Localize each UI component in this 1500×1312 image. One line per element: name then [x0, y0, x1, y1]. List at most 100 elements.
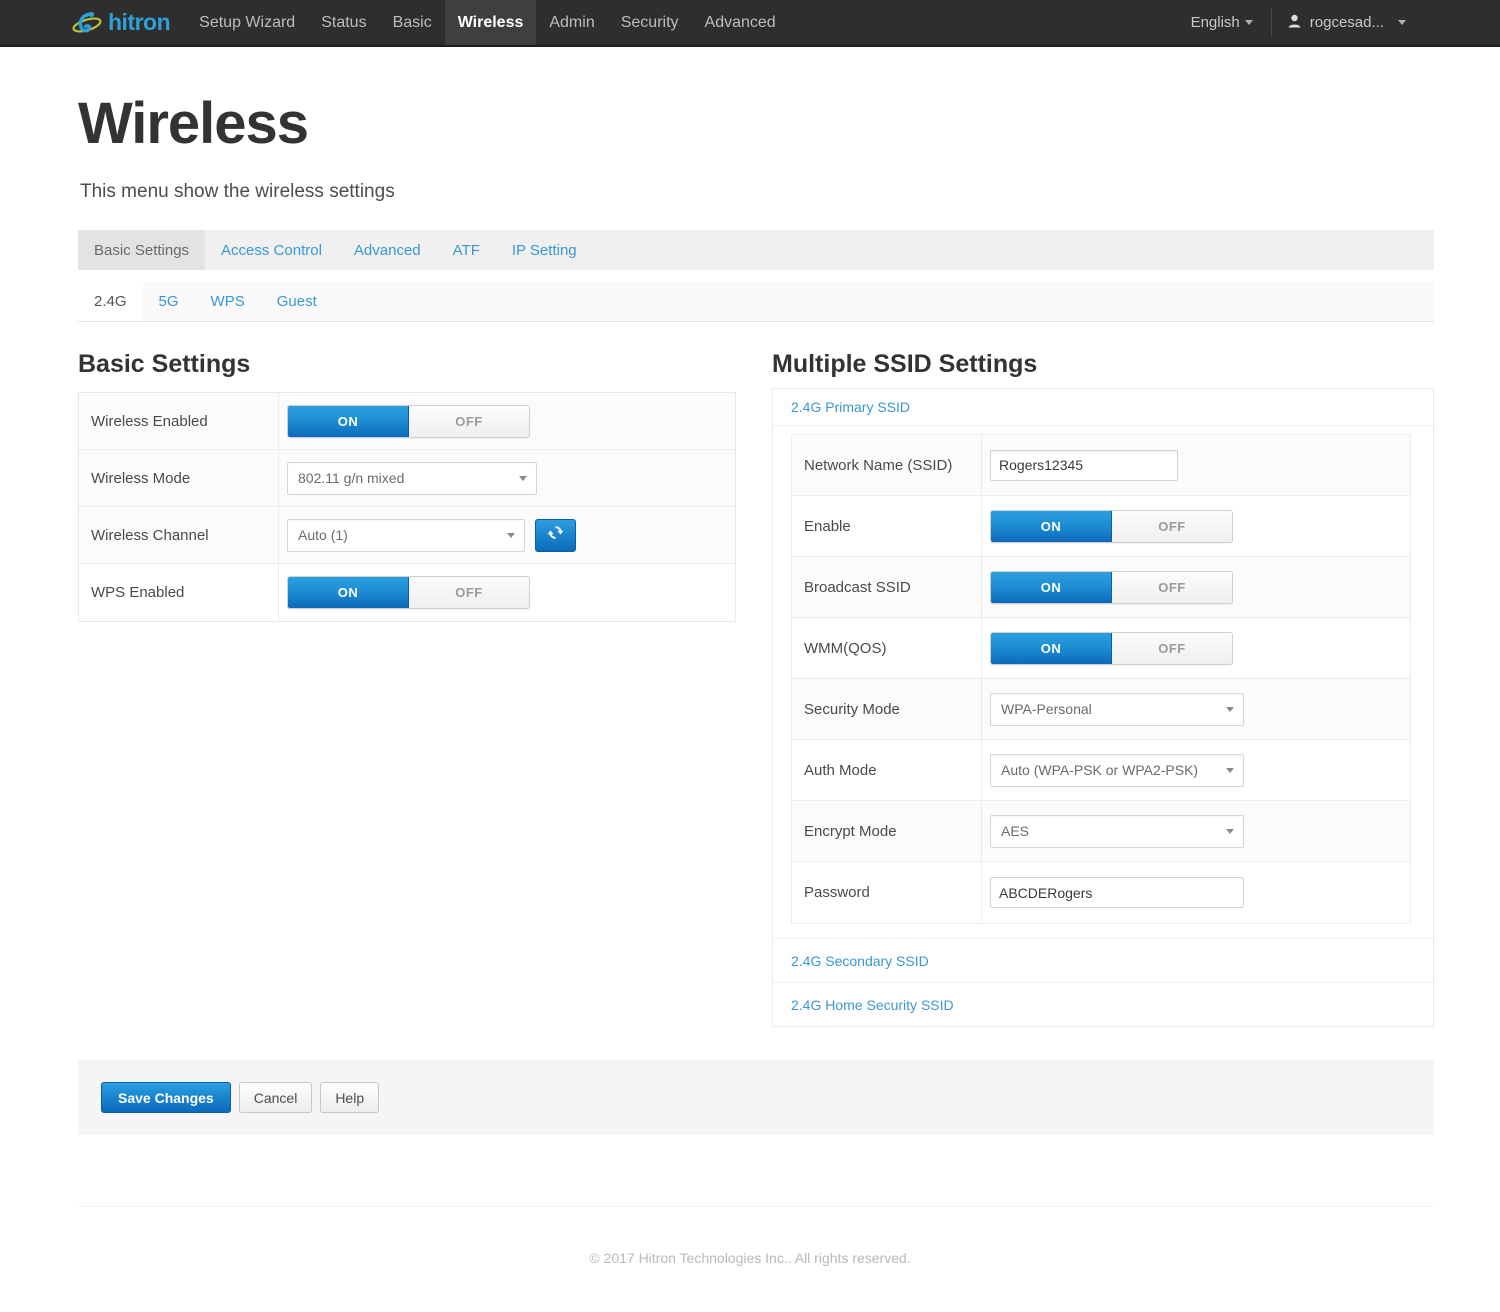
- top-navbar: hitron Setup Wizard Status Basic Wireles…: [0, 0, 1500, 47]
- select-value: 802.11 g/n mixed: [298, 470, 404, 486]
- subtab-5g[interactable]: 5G: [143, 282, 195, 321]
- orbit-swoosh-logo-icon: [72, 10, 106, 36]
- brand-name: hitron: [108, 11, 170, 34]
- chevron-down-icon: [1398, 20, 1406, 25]
- tab-atf[interactable]: ATF: [437, 230, 496, 270]
- basic-settings-panel: Wireless Enabled ON OFF Wireless Mode 80…: [78, 392, 736, 622]
- select-value: Auto (WPA-PSK or WPA2-PSK): [1001, 762, 1198, 778]
- row-wps-enabled: WPS Enabled ON OFF: [79, 564, 735, 621]
- row-label: Password: [792, 884, 982, 901]
- select-value: AES: [1001, 823, 1029, 839]
- password-input[interactable]: [990, 877, 1244, 908]
- column-divider: [278, 393, 279, 621]
- brand-logo[interactable]: hitron: [0, 0, 186, 45]
- row-broadcast-ssid: Broadcast SSID ON OFF: [792, 557, 1410, 618]
- multiple-ssid-panel: 2.4G Primary SSID Network Name (SSID) En…: [772, 388, 1434, 1027]
- row-label: Wireless Channel: [79, 527, 279, 544]
- accordion-header-secondary-ssid[interactable]: 2.4G Secondary SSID: [773, 938, 1433, 982]
- nav-item-security[interactable]: Security: [608, 0, 692, 45]
- subtab-2-4g[interactable]: 2.4G: [78, 282, 143, 321]
- row-label: Wireless Mode: [79, 470, 279, 487]
- toggle-on-segment[interactable]: ON: [991, 572, 1112, 603]
- action-bar: Save Changes Cancel Help: [78, 1060, 1434, 1135]
- row-label: Auth Mode: [792, 762, 982, 779]
- refresh-icon: [546, 523, 565, 547]
- user-icon: [1288, 14, 1301, 31]
- row-password: Password: [792, 862, 1410, 923]
- row-label: Security Mode: [792, 701, 982, 718]
- cancel-button[interactable]: Cancel: [239, 1082, 313, 1113]
- main-nav: Setup Wizard Status Basic Wireless Admin…: [186, 0, 789, 45]
- subtab-wps[interactable]: WPS: [195, 282, 261, 321]
- auth-mode-select[interactable]: Auto (WPA-PSK or WPA2-PSK): [990, 754, 1244, 787]
- toggle-on-segment[interactable]: ON: [288, 406, 409, 437]
- nav-item-basic[interactable]: Basic: [380, 0, 445, 45]
- nav-item-status[interactable]: Status: [308, 0, 379, 45]
- language-selector[interactable]: English: [1173, 0, 1271, 45]
- column-divider: [981, 435, 982, 923]
- wps-enabled-toggle[interactable]: ON OFF: [287, 576, 530, 609]
- security-mode-select[interactable]: WPA-Personal: [990, 693, 1244, 726]
- wireless-enabled-toggle[interactable]: ON OFF: [287, 405, 530, 438]
- toggle-on-segment[interactable]: ON: [991, 511, 1112, 542]
- network-name-input[interactable]: [990, 450, 1178, 481]
- wireless-channel-select[interactable]: Auto (1): [287, 519, 525, 552]
- toggle-off-segment[interactable]: OFF: [1112, 572, 1232, 603]
- tab-advanced[interactable]: Advanced: [338, 230, 437, 270]
- toggle-on-segment[interactable]: ON: [991, 633, 1112, 664]
- row-label: Enable: [792, 518, 982, 535]
- toggle-off-segment[interactable]: OFF: [1112, 511, 1232, 542]
- footer-divider: [78, 1206, 1434, 1207]
- primary-ssid-table: Network Name (SSID) Enable ON OFF Broadc…: [791, 434, 1411, 924]
- row-wmm-qos: WMM(QOS) ON OFF: [792, 618, 1410, 679]
- basic-settings-heading: Basic Settings: [78, 350, 250, 379]
- language-label: English: [1191, 14, 1240, 31]
- tab-ip-setting[interactable]: IP Setting: [496, 230, 593, 270]
- refresh-channel-button[interactable]: [535, 519, 576, 552]
- toggle-off-segment[interactable]: OFF: [1112, 633, 1232, 664]
- nav-item-admin[interactable]: Admin: [536, 0, 607, 45]
- row-auth-mode: Auth Mode Auto (WPA-PSK or WPA2-PSK): [792, 740, 1410, 801]
- nav-right-group: English rogcesad...: [1173, 0, 1500, 45]
- subtab-guest[interactable]: Guest: [261, 282, 333, 321]
- row-label: Wireless Enabled: [79, 413, 279, 430]
- help-button[interactable]: Help: [320, 1082, 379, 1113]
- wireless-mode-select[interactable]: 802.11 g/n mixed: [287, 462, 537, 495]
- row-encrypt-mode: Encrypt Mode AES: [792, 801, 1410, 862]
- row-label: WPS Enabled: [79, 584, 279, 601]
- toggle-on-segment[interactable]: ON: [288, 577, 409, 608]
- nav-item-advanced[interactable]: Advanced: [692, 0, 789, 45]
- chevron-down-icon: [519, 476, 527, 481]
- nav-item-setup-wizard[interactable]: Setup Wizard: [186, 0, 308, 45]
- save-changes-button[interactable]: Save Changes: [101, 1082, 231, 1113]
- chevron-down-icon: [1226, 829, 1234, 834]
- row-label: WMM(QOS): [792, 640, 982, 657]
- row-label: Encrypt Mode: [792, 823, 982, 840]
- row-wireless-mode: Wireless Mode 802.11 g/n mixed: [79, 450, 735, 507]
- ssid-enable-toggle[interactable]: ON OFF: [990, 510, 1233, 543]
- chevron-down-icon: [1226, 707, 1234, 712]
- row-wireless-enabled: Wireless Enabled ON OFF: [79, 393, 735, 450]
- toggle-off-segment[interactable]: OFF: [409, 406, 529, 437]
- tab-basic-settings[interactable]: Basic Settings: [78, 230, 205, 270]
- wmm-qos-toggle[interactable]: ON OFF: [990, 632, 1233, 665]
- nav-item-wireless[interactable]: Wireless: [445, 0, 537, 45]
- toggle-off-segment[interactable]: OFF: [409, 577, 529, 608]
- row-label: Broadcast SSID: [792, 579, 982, 596]
- broadcast-ssid-toggle[interactable]: ON OFF: [990, 571, 1233, 604]
- accordion-body-primary-ssid: Network Name (SSID) Enable ON OFF Broadc…: [773, 426, 1433, 938]
- encrypt-mode-select[interactable]: AES: [990, 815, 1244, 848]
- tab-access-control[interactable]: Access Control: [205, 230, 338, 270]
- user-menu[interactable]: rogcesad...: [1272, 0, 1422, 45]
- select-value: WPA-Personal: [1001, 701, 1092, 717]
- multiple-ssid-heading: Multiple SSID Settings: [772, 350, 1037, 379]
- accordion-header-primary-ssid[interactable]: 2.4G Primary SSID: [773, 389, 1433, 426]
- row-security-mode: Security Mode WPA-Personal: [792, 679, 1410, 740]
- accordion-header-home-security-ssid[interactable]: 2.4G Home Security SSID: [773, 982, 1433, 1026]
- page-title: Wireless: [78, 95, 308, 153]
- chevron-down-icon: [507, 533, 515, 538]
- row-network-name: Network Name (SSID): [792, 435, 1410, 496]
- chevron-down-icon: [1226, 768, 1234, 773]
- page-subtitle: This menu show the wireless settings: [80, 181, 395, 203]
- row-enable: Enable ON OFF: [792, 496, 1410, 557]
